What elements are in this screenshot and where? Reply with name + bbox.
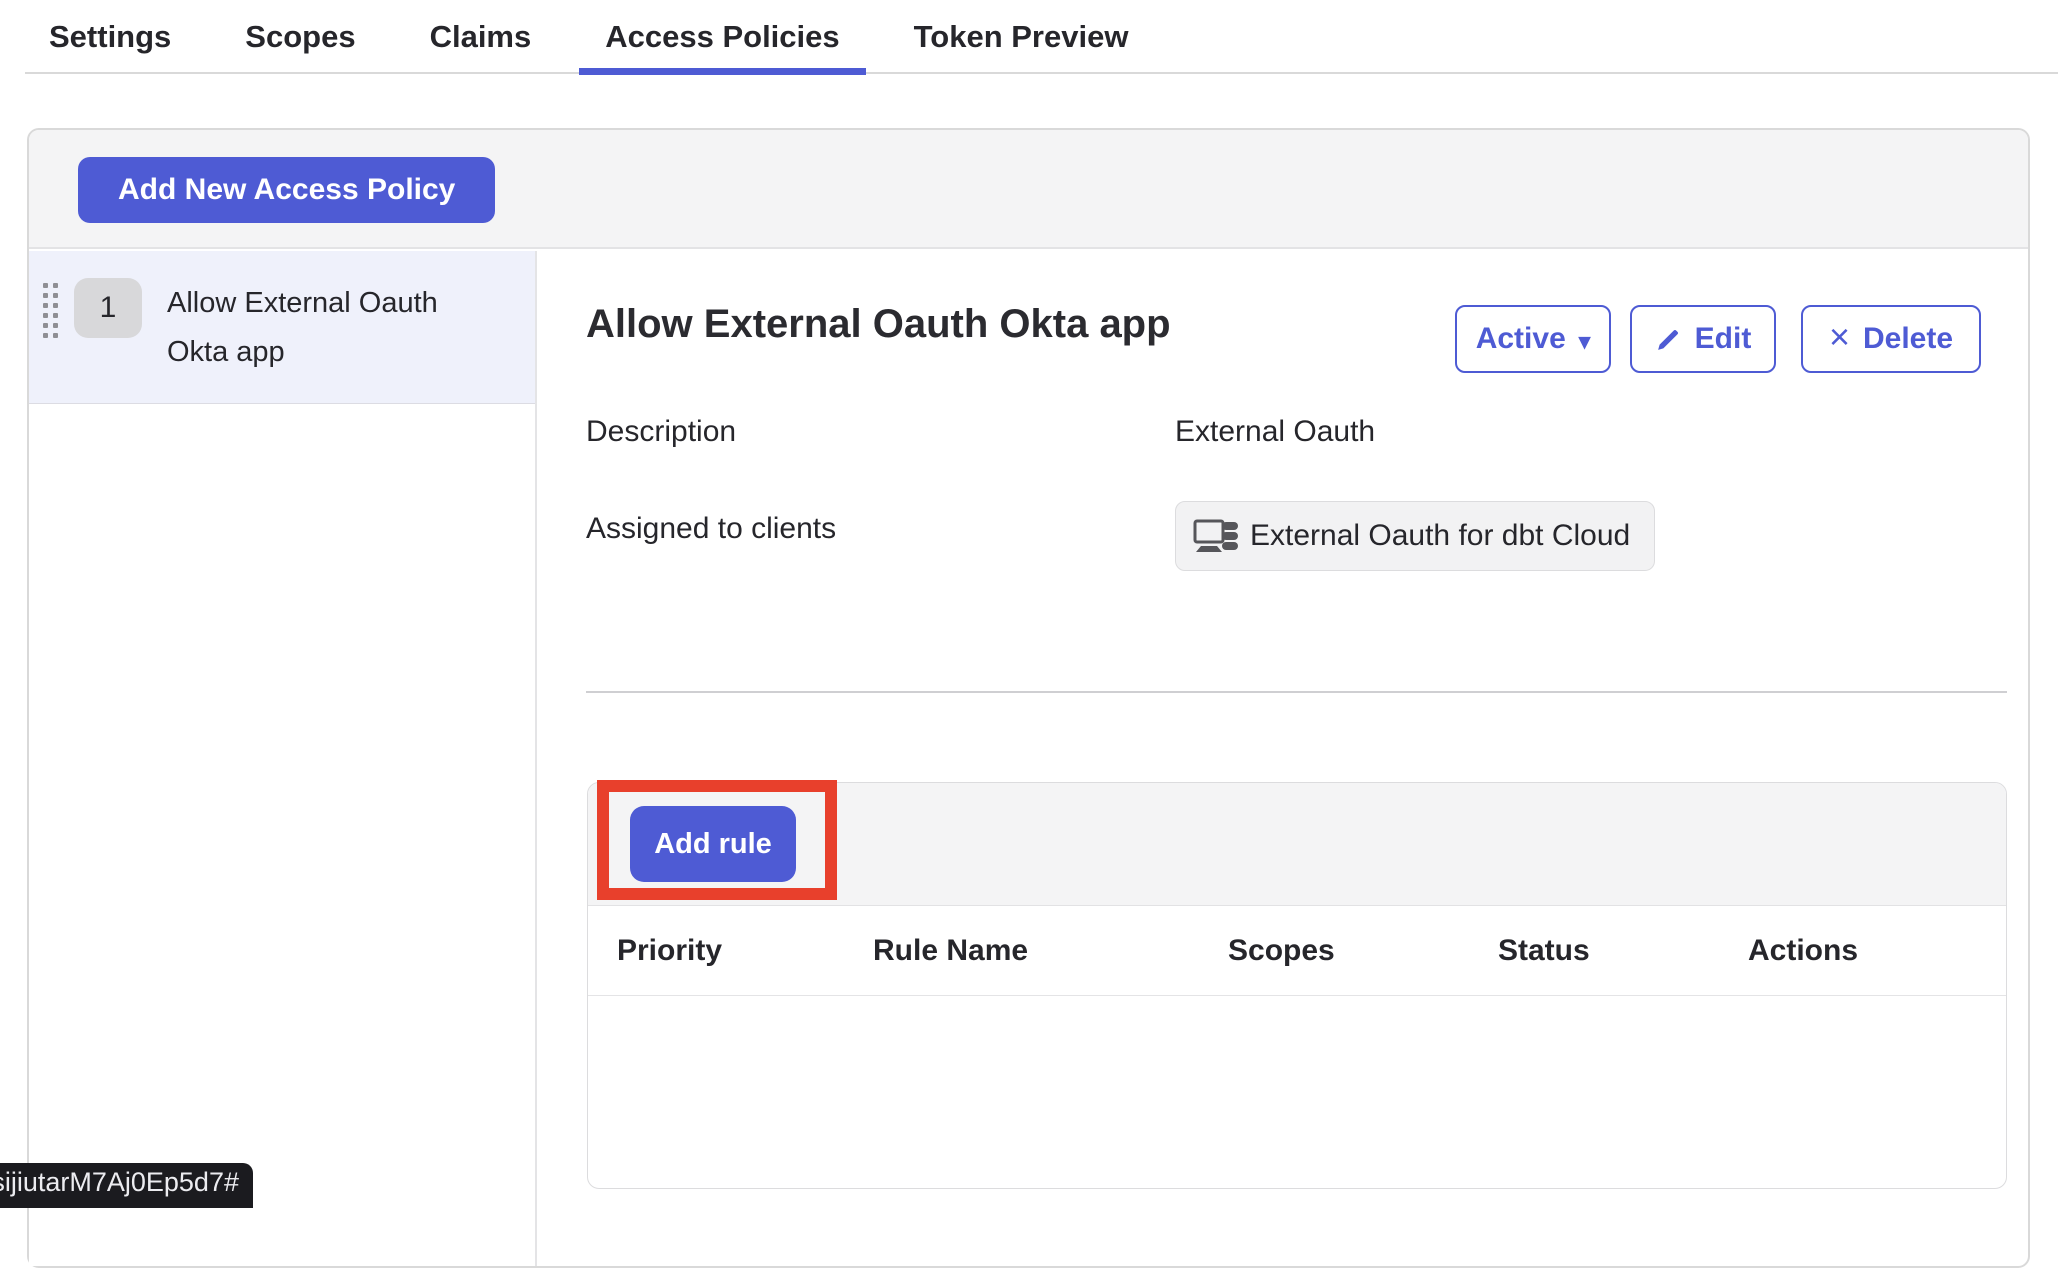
delete-policy-button[interactable]: × Delete [1801, 305, 1981, 373]
tab-access-policies-label: Access Policies [605, 19, 839, 55]
tab-access-policies[interactable]: Access Policies [579, 0, 865, 74]
description-value: External Oauth [1175, 415, 1375, 449]
rules-card: Add rule Priority Rule Name Scopes Statu… [587, 782, 2007, 1189]
access-policies-panel: Add New Access Policy 1 Allow External O… [27, 128, 2030, 1268]
tab-settings[interactable]: Settings [23, 0, 197, 74]
tab-claims[interactable]: Claims [404, 0, 558, 74]
assigned-to-clients-label: Assigned to clients [586, 512, 836, 546]
policy-name: Allow External Oauth Okta app [167, 279, 497, 377]
column-header-scopes: Scopes [1228, 934, 1498, 968]
policy-priority-badge: 1 [74, 278, 142, 338]
assigned-client-chip: External Oauth for dbt Cloud [1175, 501, 1655, 571]
column-header-priority: Priority [617, 934, 873, 968]
assigned-client-name: External Oauth for dbt Cloud [1250, 519, 1630, 553]
rules-table-empty-body [588, 997, 2006, 1188]
rules-table-header-row: Priority Rule Name Scopes Status Actions [588, 906, 2006, 996]
edit-policy-button[interactable]: Edit [1630, 305, 1776, 373]
link-preview-text: usijiutarM7Aj0Ep5d7# [0, 1167, 239, 1198]
policy-status-dropdown-button[interactable]: Active ▾ [1455, 305, 1611, 373]
policies-toolbar: Add New Access Policy [29, 130, 2028, 249]
tab-scopes[interactable]: Scopes [219, 0, 381, 74]
pencil-icon [1655, 326, 1682, 353]
add-new-access-policy-button[interactable]: Add New Access Policy [78, 157, 495, 223]
column-header-status: Status [1498, 934, 1748, 968]
policy-title: Allow External Oauth Okta app [586, 302, 1171, 347]
column-header-actions: Actions [1748, 934, 2006, 968]
description-label: Description [586, 415, 736, 449]
tab-scopes-label: Scopes [245, 19, 355, 55]
column-header-rule-name: Rule Name [873, 934, 1228, 968]
chevron-down-icon: ▾ [1579, 330, 1591, 353]
link-preview-statusbar: usijiutarM7Aj0Ep5d7# [0, 1163, 253, 1208]
delete-button-label: Delete [1863, 322, 1953, 356]
authorization-server-tabbar: Settings Scopes Claims Access Policies T… [0, 0, 2058, 74]
monitor-database-icon [1192, 514, 1240, 558]
drag-handle-icon[interactable] [43, 283, 58, 338]
edit-button-label: Edit [1695, 322, 1752, 356]
policy-list-sidebar: 1 Allow External Oauth Okta app [29, 251, 537, 1266]
close-icon: × [1829, 319, 1850, 355]
section-divider [586, 691, 2007, 693]
tab-settings-label: Settings [49, 19, 171, 55]
tab-token-preview[interactable]: Token Preview [888, 0, 1155, 74]
rules-toolbar: Add rule [588, 783, 2006, 906]
tab-claims-label: Claims [430, 19, 532, 55]
add-rule-button[interactable]: Add rule [630, 806, 796, 882]
tab-token-preview-label: Token Preview [914, 19, 1129, 55]
policy-list-item[interactable]: 1 Allow External Oauth Okta app [29, 251, 535, 404]
policy-status-label: Active [1476, 322, 1566, 356]
